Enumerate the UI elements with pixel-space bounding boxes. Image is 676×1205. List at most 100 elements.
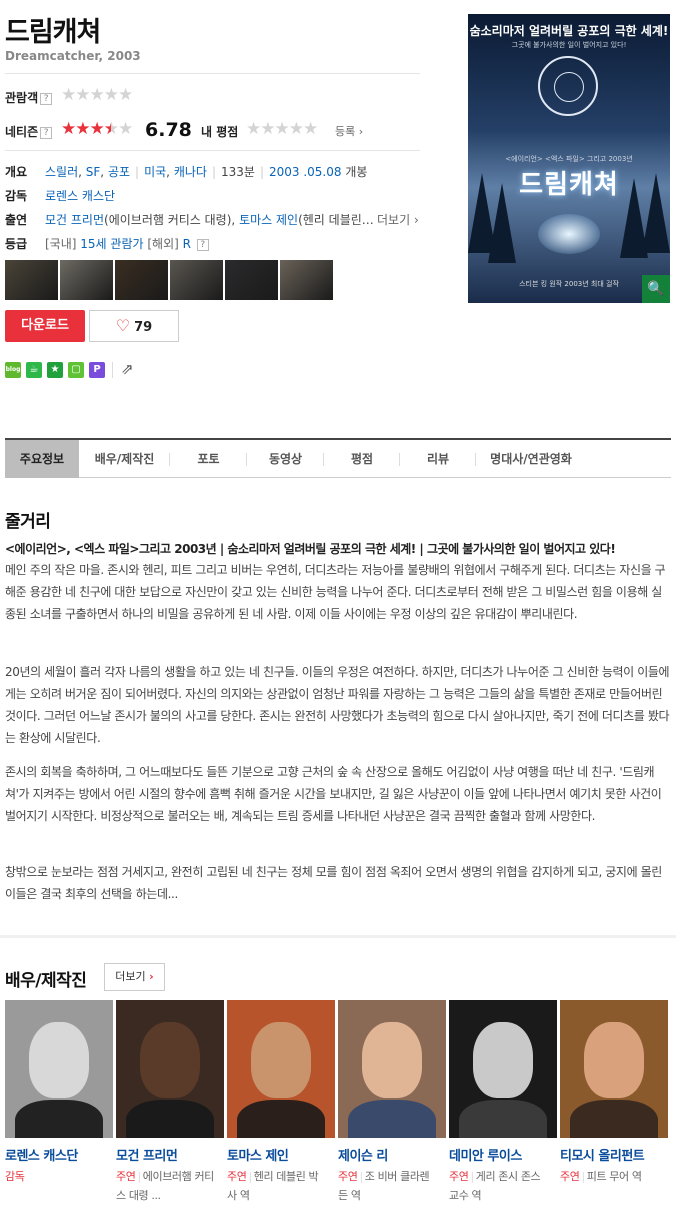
still-thumbnail[interactable]	[225, 260, 278, 300]
cast-name[interactable]: 제이슨 리	[338, 1145, 449, 1164]
body-shape	[237, 1100, 325, 1138]
section-divider	[0, 935, 676, 938]
download-button[interactable]: 다운로드	[5, 310, 85, 342]
tab-cast-crew[interactable]: 배우/제작진	[79, 440, 170, 478]
cast-card[interactable]: 티모시 올리펀트 주연 | 피트 무어 역	[560, 1000, 671, 1205]
cast-card[interactable]: 제이슨 리 주연 | 조 비버 클라렌든 역	[338, 1000, 449, 1205]
blog-share-icon[interactable]: blog	[5, 362, 21, 378]
tab-review[interactable]: 리뷰	[400, 440, 476, 478]
cast-link[interactable]: 토마스 제인	[239, 213, 298, 227]
tab-photo[interactable]: 포토	[170, 440, 247, 478]
tab-label: 동영상	[268, 452, 303, 466]
divider	[5, 73, 420, 74]
cast-role: 주연 | 에이브러햄 커티스 대령 ...	[116, 1170, 214, 1202]
memo-share-icon[interactable]: ▢	[68, 362, 84, 378]
grade-link[interactable]: 15세 관람가	[80, 237, 143, 251]
cast-role: 감독	[5, 1167, 105, 1186]
tab-video[interactable]: 동영상	[247, 440, 324, 478]
grade-intl-link[interactable]: R	[183, 237, 191, 251]
cast-role: (에이브러햄 커티스 대령)	[104, 213, 232, 227]
release-date-link[interactable]: 2003 .05.08	[269, 165, 342, 179]
poster-credit: <에이리언> <엑스 파일> 그리고 2003년	[505, 155, 633, 163]
zoom-icon[interactable]: 🔍	[642, 275, 670, 303]
cast-photo[interactable]	[338, 1000, 446, 1138]
movie-poster[interactable]: 숨소리마저 얼려버릴 공포의 극한 세계! 그곳에 불가사의한 일이 벌어지고 …	[468, 14, 670, 303]
genre-link[interactable]: SF	[86, 165, 101, 179]
genre-link[interactable]: 공포	[108, 165, 130, 179]
cast-role: 주연 | 헨리 데블린 박사 역	[227, 1170, 319, 1202]
netizen-score: 6.78	[145, 119, 192, 141]
my-rating-stars[interactable]: ★★★★★	[246, 119, 318, 139]
director-link[interactable]: 로렌스 캐스단	[45, 187, 115, 204]
cast-photo[interactable]	[227, 1000, 335, 1138]
cast-card[interactable]: 데미안 루이스 주연 | 게리 존시 존스 교수 역	[449, 1000, 560, 1205]
still-thumbnail[interactable]	[5, 260, 58, 300]
star-share-icon[interactable]: ★	[47, 362, 63, 378]
cast-photo[interactable]	[5, 1000, 113, 1138]
face-shape	[473, 1022, 533, 1098]
audience-stars: ★★★★★	[61, 85, 133, 105]
help-icon[interactable]: ?	[196, 239, 209, 251]
face-shape	[362, 1022, 422, 1098]
poster-title: 드림캐쳐	[519, 170, 619, 200]
more-label: 더보기	[115, 970, 146, 983]
cast-label: 출연	[5, 213, 28, 227]
genre-link[interactable]: 스릴러	[45, 165, 78, 179]
share-icon[interactable]: ⇗	[121, 360, 134, 378]
cast-row: 출연 모건 프리먼(에이브러햄 커티스 대령), 토마스 제인(헨리 데블린…	[5, 211, 375, 227]
face-shape	[251, 1022, 311, 1098]
cast-card[interactable]: 모건 프리먼 주연 | 에이브러햄 커티스 대령 ...	[116, 1000, 227, 1205]
cast-more-link[interactable]: 더보기 ›	[377, 211, 419, 228]
country-link[interactable]: 미국	[144, 165, 166, 179]
runtime: 133분	[220, 165, 255, 179]
divider	[5, 150, 420, 151]
cast-name[interactable]: 티모시 올리펀트	[560, 1145, 671, 1164]
cast-link[interactable]: 모건 프리먼	[45, 213, 104, 227]
cast-photo[interactable]	[560, 1000, 668, 1138]
like-button[interactable]: ♡ 79	[89, 310, 179, 342]
poster-tagline: 숨소리마저 얼려버릴 공포의 극한 세계!	[469, 24, 669, 38]
tab-label: 평점	[350, 452, 374, 466]
audience-label-text: 관람객	[5, 91, 39, 105]
netizen-stars: ★★★★★	[61, 119, 133, 139]
cast-card[interactable]: 토마스 제인 주연 | 헨리 데블린 박사 역	[227, 1000, 338, 1205]
still-thumbnail[interactable]	[115, 260, 168, 300]
cast-photo[interactable]	[116, 1000, 224, 1138]
poster-subtagline: 그곳에 불가사의한 일이 벌어지고 있다!	[511, 41, 627, 49]
still-thumbnail[interactable]	[280, 260, 333, 300]
tab-main-info[interactable]: 주요정보	[5, 440, 79, 478]
cast-role: 주연 | 게리 존시 존스 교수 역	[449, 1170, 541, 1202]
help-icon[interactable]: ?	[40, 93, 53, 105]
my-rating-label: 내 평점	[201, 125, 239, 139]
cast-name[interactable]: 로렌스 캐스단	[5, 1145, 116, 1164]
face-shape	[584, 1022, 644, 1098]
tab-label: 리뷰	[426, 452, 450, 466]
page-title: 드림캐쳐	[5, 17, 101, 48]
role-label: 주연	[227, 1170, 247, 1183]
country-link[interactable]: 캐나다	[174, 165, 207, 179]
cast-name[interactable]: 모건 프리먼	[116, 1145, 227, 1164]
original-title: Dreamcatcher, 2003	[5, 49, 141, 63]
cast-more-button[interactable]: 더보기 ›	[104, 963, 165, 991]
face-shape	[140, 1022, 200, 1098]
tab-rating[interactable]: 평점	[324, 440, 400, 478]
help-icon[interactable]: ?	[40, 127, 53, 139]
cast-values: 모건 프리먼(에이브러햄 커티스 대령), 토마스 제인(헨리 데블린…	[45, 213, 374, 227]
character-name: 피트 무어 역	[586, 1170, 642, 1183]
cast-role: (헨리 데블린…	[298, 213, 374, 227]
cast-card[interactable]: 로렌스 캐스단 감독	[5, 1000, 116, 1205]
register-rating-link[interactable]: 등록 ›	[335, 123, 363, 139]
cast-photo[interactable]	[449, 1000, 557, 1138]
grade-prefix: [국내]	[45, 237, 77, 251]
cafe-share-icon[interactable]: ☕	[26, 362, 42, 378]
keep-share-icon[interactable]: P	[89, 362, 105, 378]
face-shape	[29, 1022, 89, 1098]
body-shape	[348, 1100, 436, 1138]
still-thumbnail[interactable]	[60, 260, 113, 300]
cast-name[interactable]: 데미안 루이스	[449, 1145, 560, 1164]
content-tabs: 주요정보 배우/제작진 포토 동영상 평점 리뷰 명대사/연관영화	[5, 438, 671, 478]
cast-name[interactable]: 토마스 제인	[227, 1145, 338, 1164]
role-label: 주연	[338, 1170, 358, 1183]
tab-quotes-related[interactable]: 명대사/연관영화	[476, 440, 586, 478]
still-thumbnail[interactable]	[170, 260, 223, 300]
